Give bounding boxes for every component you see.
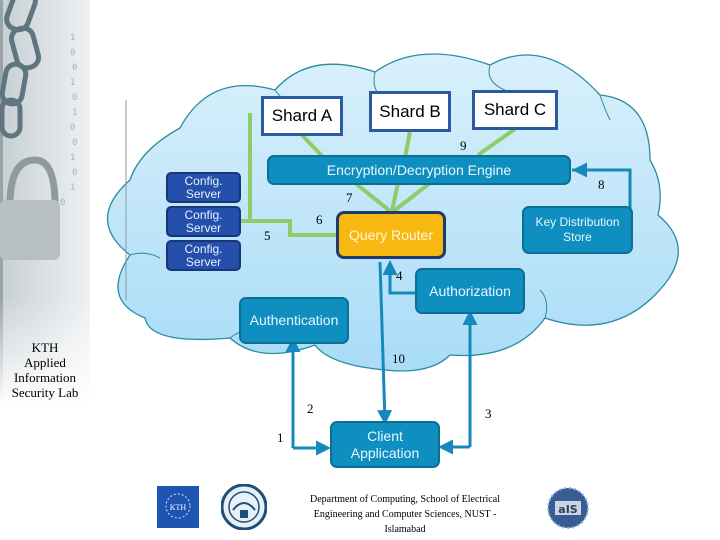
step-5: 5	[264, 228, 271, 243]
kth-crown-icon: KTH	[165, 493, 191, 519]
config-server-3[interactable]: Config. Server	[166, 240, 241, 271]
footer-line: Islamabad	[384, 524, 426, 535]
config-server-2[interactable]: Config. Server	[166, 206, 241, 237]
step-10: 10	[392, 351, 405, 366]
ais-globe-icon: aIS	[547, 487, 589, 529]
config-label: Server	[185, 220, 222, 235]
key-store-label: Key Distribution	[535, 215, 620, 229]
authorization[interactable]: Authorization	[415, 268, 525, 314]
footer-affiliation: Department of Computing, School of Elect…	[280, 492, 530, 537]
config-label: Server	[185, 186, 222, 201]
kth-logo: KTH	[157, 486, 199, 528]
shard-a-label: Shard A	[271, 106, 333, 125]
client-application[interactable]: Client Application	[330, 421, 440, 468]
key-store-label: Store	[563, 230, 592, 244]
step-8: 8	[598, 177, 605, 192]
shard-c-label: Shard C	[483, 100, 547, 119]
step-6: 6	[316, 212, 323, 227]
nust-emblem-icon	[220, 483, 268, 531]
shard-a[interactable]: Shard A	[261, 96, 343, 136]
query-router[interactable]: Query Router	[336, 211, 446, 259]
config-label: Config.	[184, 241, 223, 256]
footer-line: Department of Computing, School of Elect…	[310, 494, 500, 505]
step-2: 2	[307, 401, 314, 416]
authentication[interactable]: Authentication	[239, 297, 349, 344]
config-server-1[interactable]: Config. Server	[166, 172, 241, 203]
step-9: 9	[460, 138, 467, 153]
ais-text: aIS	[558, 503, 578, 516]
key-distribution-store[interactable]: Key Distribution Store	[522, 206, 633, 254]
encryption-engine[interactable]: Encryption/Decryption Engine	[267, 155, 571, 185]
encryption-engine-label: Encryption/Decryption Engine	[326, 161, 512, 178]
client-app-label: Client	[367, 427, 403, 444]
footer-line: Engineering and Computer Sciences, NUST …	[313, 509, 497, 520]
query-router-label: Query Router	[348, 227, 434, 243]
nust-logo	[220, 483, 268, 531]
shard-b[interactable]: Shard B	[369, 91, 451, 132]
shard-b-label: Shard B	[379, 101, 441, 121]
step-4: 4	[396, 268, 403, 283]
authorization-label: Authorization	[429, 282, 511, 299]
config-label: Config.	[184, 207, 223, 222]
kth-text: KTH	[170, 503, 187, 512]
config-label: Config.	[184, 173, 223, 188]
step-1: 1	[277, 430, 284, 445]
slide: 100 101 001 010 KTH Applied Information …	[0, 0, 720, 540]
client-app-label: Application	[350, 444, 420, 461]
step-3: 3	[485, 406, 492, 421]
ais-logo: aIS	[547, 487, 589, 529]
shard-c[interactable]: Shard C	[472, 90, 558, 130]
config-label: Server	[185, 254, 222, 269]
authentication-label: Authentication	[249, 312, 339, 328]
step-7: 7	[346, 190, 353, 205]
